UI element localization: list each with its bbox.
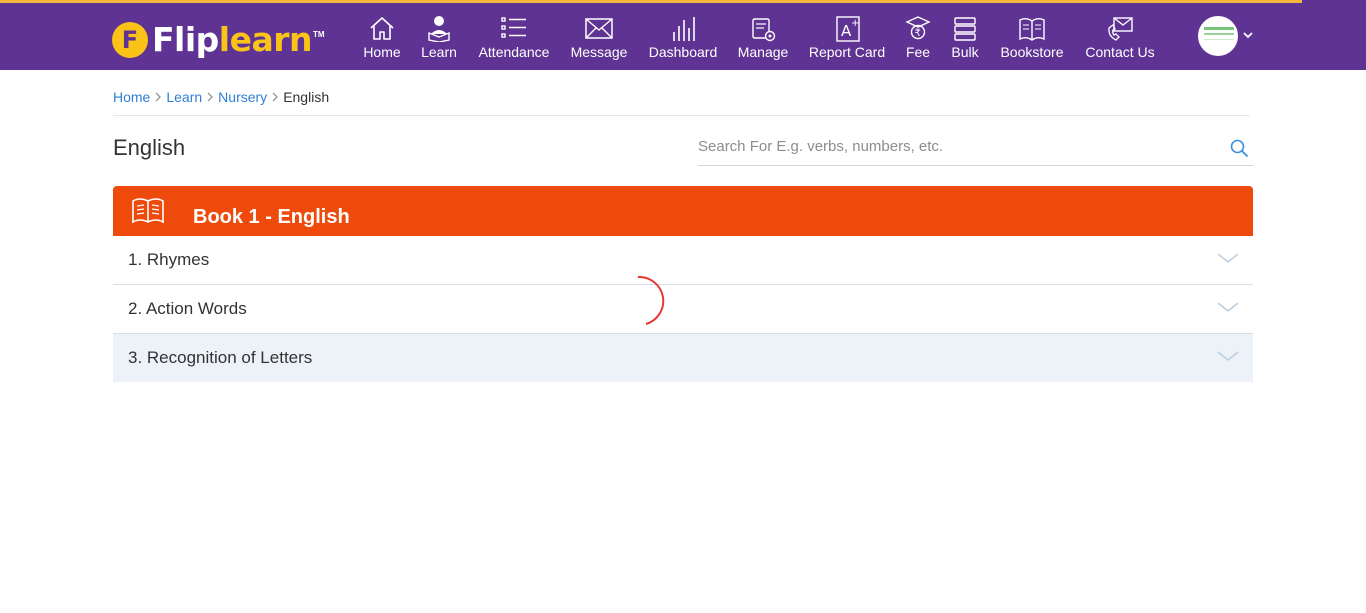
chevron-down-icon[interactable] [1217, 250, 1239, 266]
avatar-graphic [1204, 27, 1234, 30]
page-title: English [113, 135, 186, 160]
book-title: Book 1 - English [193, 206, 350, 228]
nav-label-learn: Learn [421, 44, 457, 60]
report-card-icon: A + [836, 16, 860, 42]
chevron-right-icon [202, 88, 218, 106]
nav-item-dashboard[interactable]: Dashboard [647, 14, 719, 66]
logo-text-learn: learn [218, 20, 313, 59]
chapter-label: 3. Recognition of Letters [128, 348, 313, 367]
nav-label-dashboard: Dashboard [648, 44, 718, 60]
logo-trademark: TM [313, 30, 325, 39]
fliplearn-logo[interactable]: F Fliplearn TM [112, 20, 325, 60]
chevron-down-icon[interactable] [1242, 29, 1254, 41]
nav-label-bookstore: Bookstore [1000, 44, 1064, 60]
chapter-item-action-words[interactable]: 2. Action Words [113, 285, 1253, 334]
nav-item-manage[interactable]: Manage [736, 14, 790, 66]
logo-wordmark: Fliplearn [152, 20, 313, 60]
chevron-right-icon [150, 88, 166, 106]
chevron-down-icon[interactable] [1217, 348, 1239, 364]
svg-text:+: + [851, 18, 859, 29]
breadcrumb-learn[interactable]: Learn [166, 89, 202, 105]
breadcrumb-current: English [283, 89, 330, 105]
fee-icon: ₹ [905, 16, 931, 40]
nav-item-bookstore[interactable]: Bookstore [998, 14, 1066, 66]
nav-item-attendance[interactable]: Attendance [477, 14, 551, 66]
nav-label-fee: Fee [905, 44, 931, 60]
book-header: Book 1 - English [113, 186, 1253, 236]
chapter-item-rhymes[interactable]: 1. Rhymes [113, 236, 1253, 285]
nav-label-attendance: Attendance [478, 44, 550, 60]
nav-label-home: Home [363, 44, 401, 60]
nav-label-message: Message [570, 44, 628, 60]
message-icon [585, 18, 613, 39]
nav-item-contact-us[interactable]: Contact Us [1084, 14, 1156, 66]
breadcrumb-divider [113, 115, 1250, 116]
attendance-icon [501, 17, 526, 38]
nav-label-contact-us: Contact Us [1085, 44, 1155, 60]
nav-item-home[interactable]: Home [362, 14, 402, 66]
loading-spinner-icon [637, 276, 665, 325]
breadcrumb: Home Learn Nursery English [113, 88, 329, 106]
open-book-icon [132, 198, 164, 224]
chapter-item-recognition-of-letters[interactable]: 3. Recognition of Letters [113, 334, 1253, 382]
svg-text:₹: ₹ [915, 28, 921, 39]
contact-icon [1108, 17, 1133, 41]
home-icon [370, 17, 394, 40]
avatar-graphic [1204, 39, 1234, 40]
bookstore-icon [1019, 18, 1045, 41]
nav-label-manage: Manage [737, 44, 789, 60]
dashboard-icon [673, 17, 695, 41]
bulk-icon [954, 17, 976, 41]
logo-badge-icon: F [112, 22, 148, 58]
nav-item-bulk[interactable]: Bulk [948, 14, 982, 66]
learn-icon [428, 16, 450, 42]
nav-item-fee[interactable]: ₹ Fee [902, 14, 934, 66]
search-bar [698, 130, 1253, 166]
logo-text-flip: Flip [152, 20, 219, 59]
manage-icon [752, 18, 776, 42]
breadcrumb-nursery[interactable]: Nursery [218, 89, 267, 105]
chapter-label: 2. Action Words [128, 299, 247, 318]
logo-letter: F [121, 26, 139, 54]
breadcrumb-home[interactable]: Home [113, 89, 150, 105]
top-accent-stripe [0, 0, 1302, 3]
chapter-label: 1. Rhymes [128, 250, 210, 269]
avatar-graphic [1204, 33, 1234, 35]
nav-item-report-card[interactable]: A + Report Card [808, 14, 886, 66]
nav-label-report-card: Report Card [808, 44, 886, 60]
nav-label-bulk: Bulk [951, 44, 979, 60]
chevron-down-icon[interactable] [1217, 299, 1239, 315]
nav-item-learn[interactable]: Learn [419, 14, 459, 66]
chevron-right-icon [267, 88, 283, 106]
top-navigation-bar: F Fliplearn TM Home Learn Attendance Mes… [0, 0, 1366, 70]
user-avatar[interactable] [1198, 16, 1238, 56]
search-icon[interactable] [1229, 138, 1249, 158]
search-input[interactable] [698, 134, 1218, 158]
nav-item-message[interactable]: Message [569, 14, 629, 66]
